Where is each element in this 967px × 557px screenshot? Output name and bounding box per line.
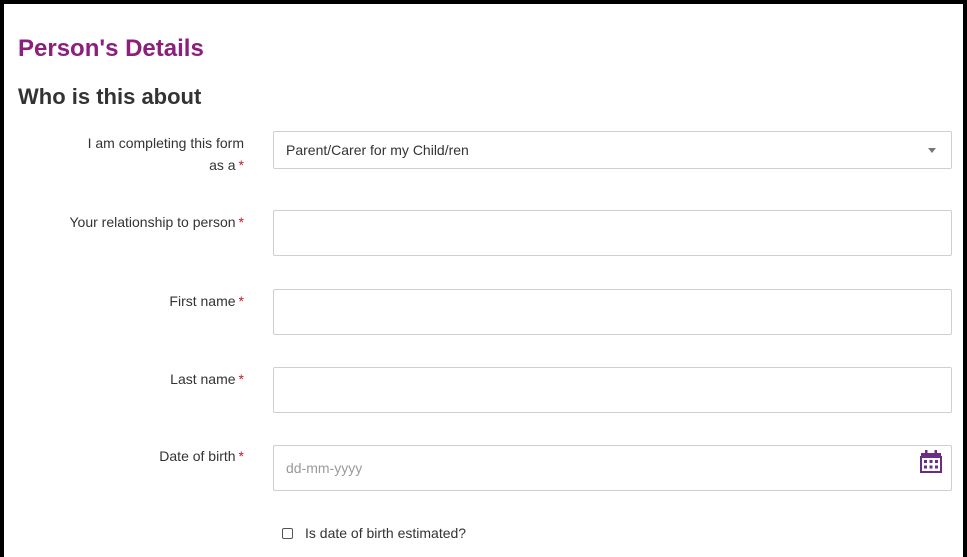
section-title: Who is this about [18,84,202,109]
dob-estimated-option[interactable]: Is date of birth estimated? [282,522,466,544]
page-title: Person's Details [18,35,204,62]
calendar-icon[interactable] [920,448,942,474]
required-marker: * [238,293,244,309]
form-panel: Person's Details Who is this about I am … [4,4,963,557]
relationship-input[interactable] [273,210,952,256]
first-name-input[interactable] [273,289,952,335]
dob-label: Date of birth * [4,445,244,467]
dob-input[interactable] [273,445,952,491]
first-name-label-text: First name [169,293,236,309]
relationship-label: Your relationship to person * [4,211,245,233]
first-name-label: First name * [4,290,244,312]
relationship-label-text: Your relationship to person [69,214,236,230]
dob-label-text: Date of birth [159,448,236,464]
dob-estimated-checkbox[interactable] [282,527,293,539]
required-marker: * [238,448,244,464]
last-name-label: Last name * [4,368,244,390]
required-marker: * [238,371,244,387]
completing-as-select[interactable]: Parent/Carer for my Child/ren [273,131,952,169]
completing-as-selected-value: Parent/Carer for my Child/ren [286,142,469,158]
last-name-label-text: Last name [170,371,236,387]
dob-estimated-label: Is date of birth estimated? [305,525,467,541]
completing-as-label: I am completing this form as a * [4,132,244,176]
required-marker: * [238,157,244,173]
last-name-input[interactable] [273,367,952,413]
chevron-down-icon [928,148,936,153]
completing-as-label-line2: as a [209,157,236,173]
required-marker: * [238,214,244,230]
completing-as-label-line1: I am completing this form [87,135,244,151]
